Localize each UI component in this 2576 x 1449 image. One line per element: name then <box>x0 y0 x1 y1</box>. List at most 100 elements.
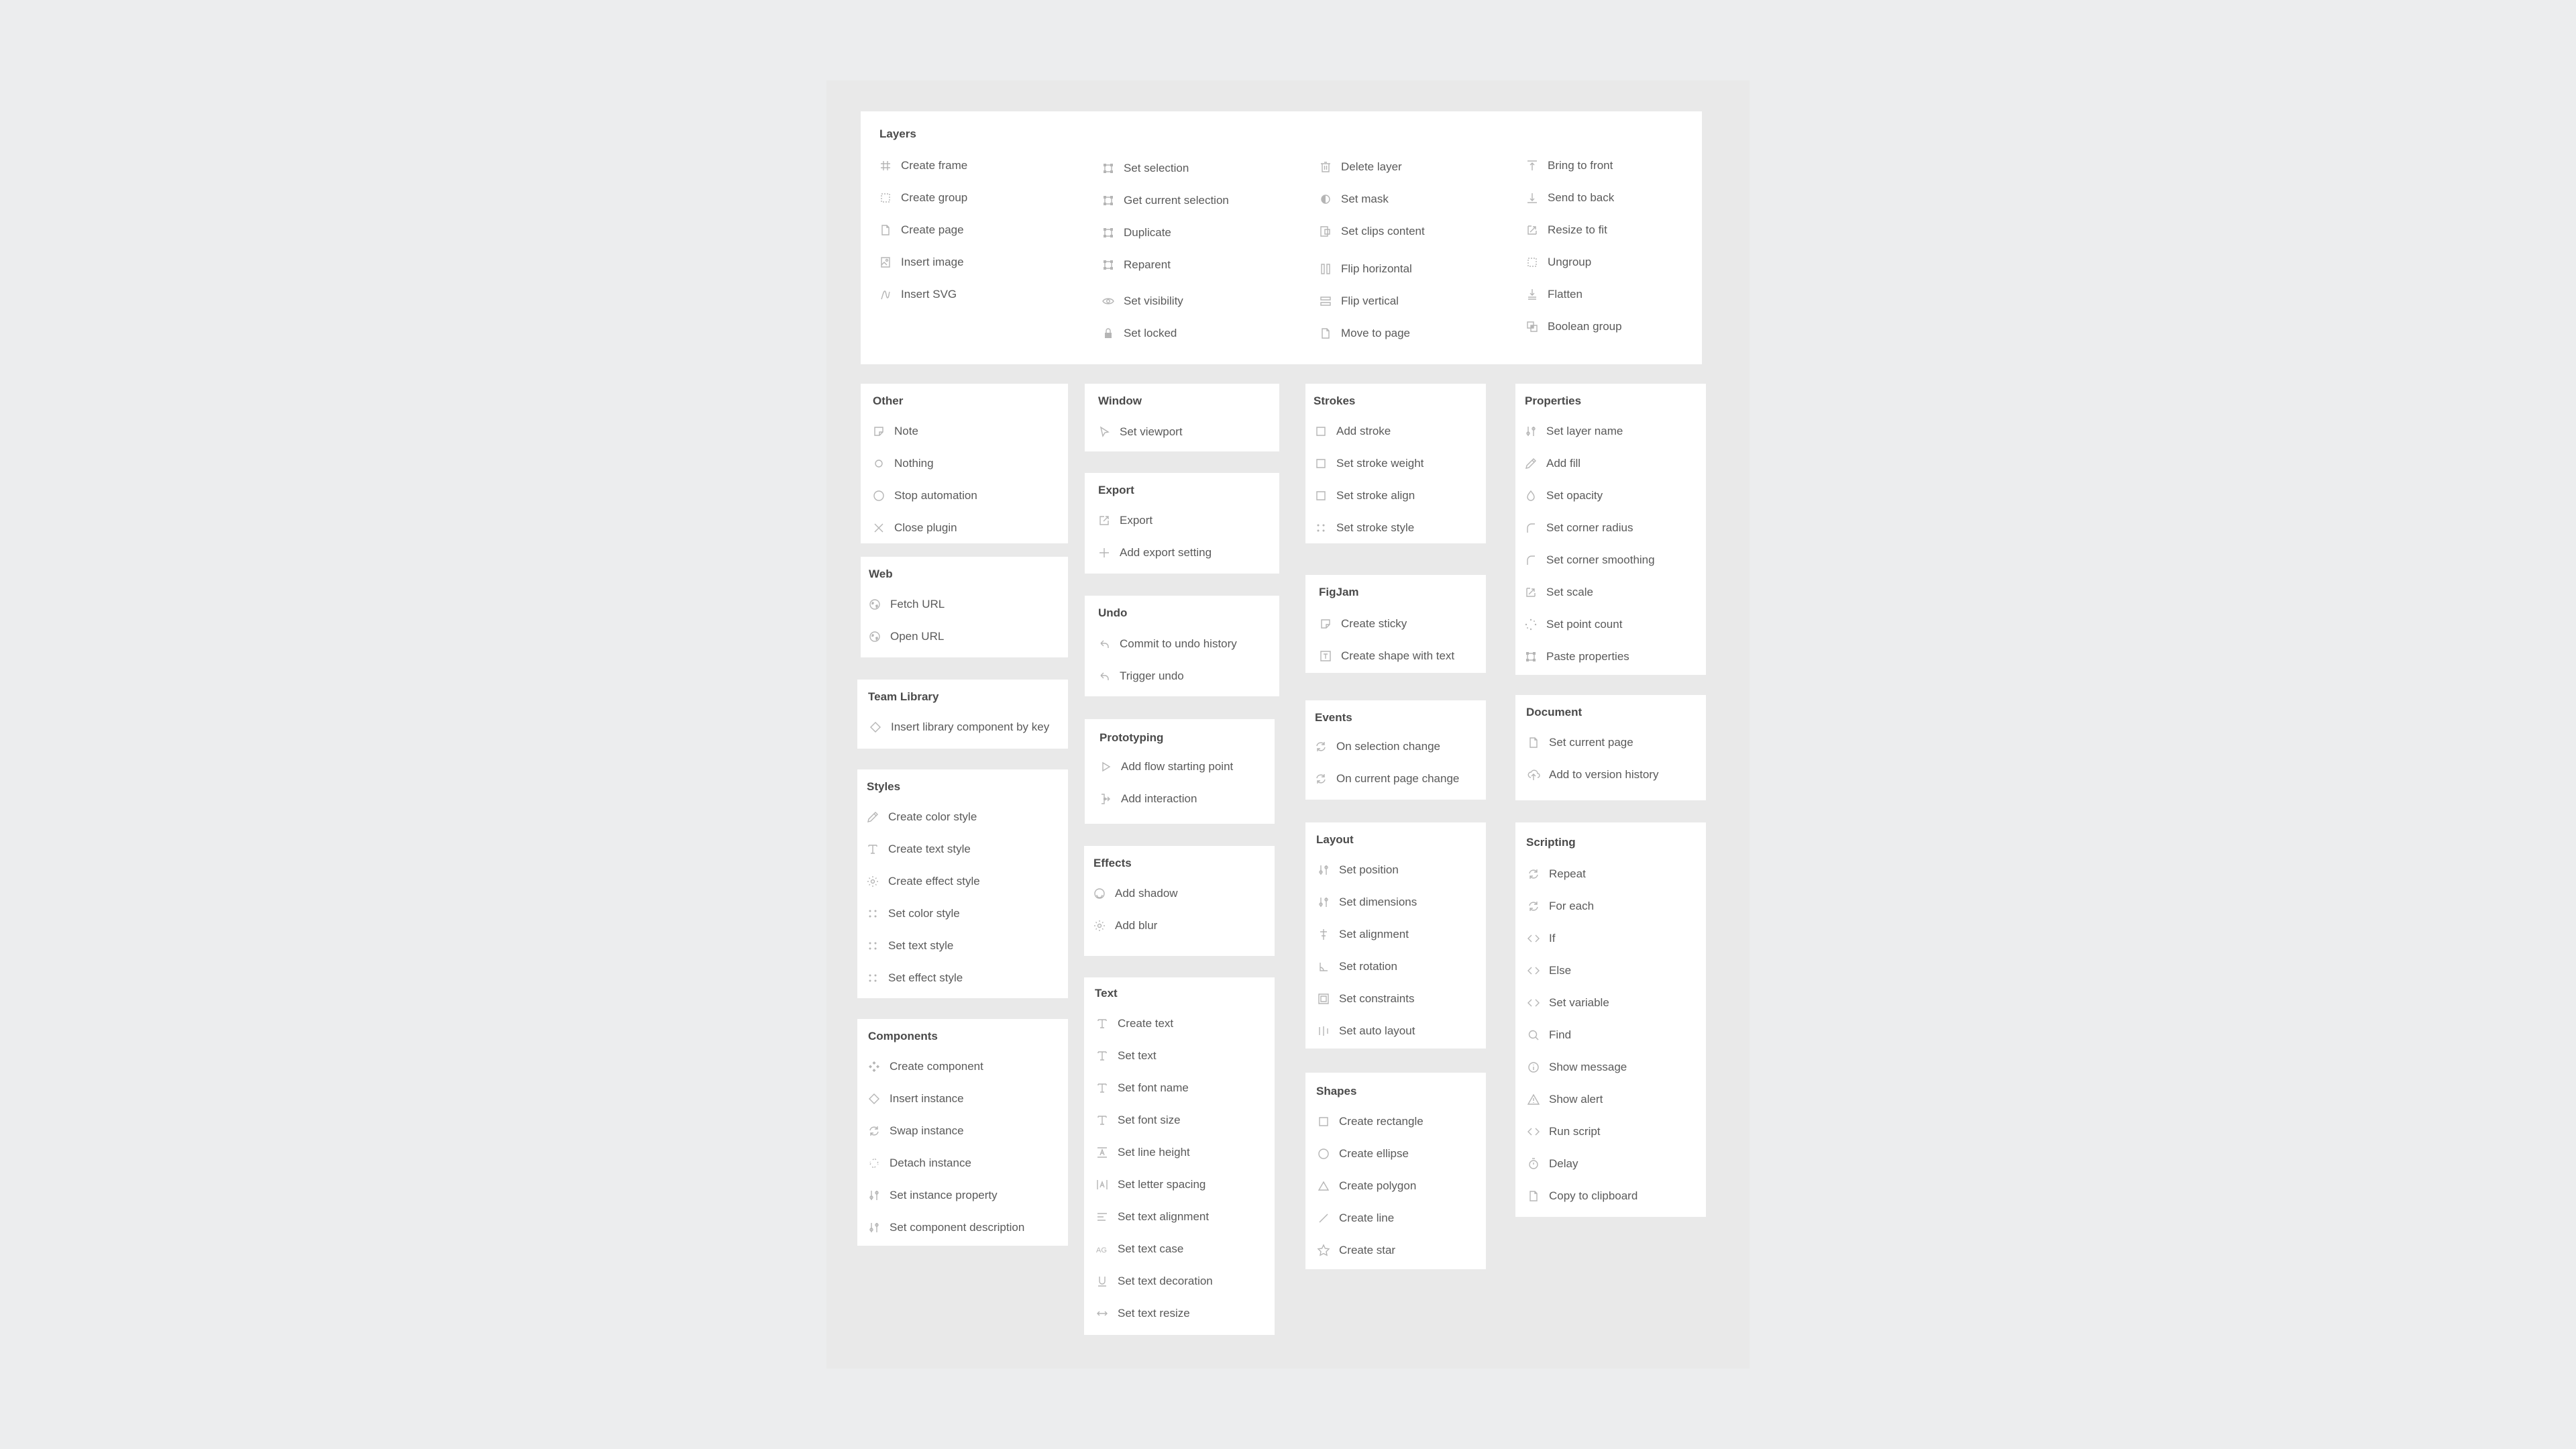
action-item-create-line[interactable]: Create line <box>1316 1208 1394 1228</box>
action-item-repeat[interactable]: Repeat <box>1526 864 1586 884</box>
action-item-set-variable[interactable]: Set variable <box>1526 993 1609 1013</box>
action-item-create-text-style[interactable]: Create text style <box>865 839 971 859</box>
action-item-create-text[interactable]: Create text <box>1095 1014 1173 1034</box>
action-item-delay[interactable]: Delay <box>1526 1154 1578 1174</box>
action-item-paste-properties[interactable]: Paste properties <box>1523 647 1629 667</box>
action-item-create-shape-with-text[interactable]: Create shape with text <box>1318 646 1454 666</box>
action-item-duplicate[interactable]: Duplicate <box>1101 223 1171 243</box>
action-item-delete-layer[interactable]: Delete layer <box>1318 157 1402 177</box>
action-item-set-current-page[interactable]: Set current page <box>1526 733 1633 753</box>
action-item-fetch-url[interactable]: Fetch URL <box>867 594 945 614</box>
action-item-else[interactable]: Else <box>1526 961 1571 981</box>
action-item-find[interactable]: Find <box>1526 1025 1571 1045</box>
action-item-stop-automation[interactable]: Stop automation <box>871 486 977 506</box>
action-item-set-font-size[interactable]: Set font size <box>1095 1110 1181 1130</box>
action-item-trigger-undo[interactable]: Trigger undo <box>1097 666 1184 686</box>
action-item-run-script[interactable]: Run script <box>1526 1122 1601 1142</box>
action-item-set-instance-property[interactable]: Set instance property <box>867 1185 998 1205</box>
action-item-ungroup[interactable]: Ungroup <box>1525 252 1591 272</box>
action-item-set-stroke-style[interactable]: Set stroke style <box>1313 518 1414 538</box>
action-item-set-alignment[interactable]: Set alignment <box>1316 924 1409 945</box>
action-item-create-sticky[interactable]: Create sticky <box>1318 614 1407 634</box>
action-item-set-auto-layout[interactable]: Set auto layout <box>1316 1021 1415 1041</box>
action-item-set-text[interactable]: Set text <box>1095 1046 1157 1066</box>
action-item-get-current-selection[interactable]: Get current selection <box>1101 191 1229 211</box>
action-item-set-locked[interactable]: Set locked <box>1101 323 1177 343</box>
action-item-add-fill[interactable]: Add fill <box>1523 453 1580 474</box>
action-item-insert-image[interactable]: Insert image <box>878 252 964 272</box>
action-item-detach-instance[interactable]: Detach instance <box>867 1153 971 1173</box>
action-item-if[interactable]: If <box>1526 928 1555 949</box>
action-item-note[interactable]: Note <box>871 421 918 441</box>
action-item-set-layer-name[interactable]: Set layer name <box>1523 421 1623 441</box>
action-item-create-effect-style[interactable]: Create effect style <box>865 871 980 892</box>
action-item-set-corner-smoothing[interactable]: Set corner smoothing <box>1523 550 1655 570</box>
action-item-add-export-setting[interactable]: Add export setting <box>1097 543 1212 563</box>
action-item-swap-instance[interactable]: Swap instance <box>867 1121 964 1141</box>
action-item-create-polygon[interactable]: Create polygon <box>1316 1176 1416 1196</box>
action-item-set-clips-content[interactable]: Set clips content <box>1318 221 1425 241</box>
action-item-export[interactable]: Export <box>1097 511 1152 531</box>
action-item-set-text-resize[interactable]: Set text resize <box>1095 1303 1190 1324</box>
action-item-flip-horizontal[interactable]: Flip horizontal <box>1318 259 1412 279</box>
action-item-set-selection[interactable]: Set selection <box>1101 158 1189 178</box>
action-item-resize-to-fit[interactable]: Resize to fit <box>1525 220 1607 240</box>
action-item-create-frame[interactable]: Create frame <box>878 156 967 176</box>
action-item-nothing[interactable]: Nothing <box>871 453 934 474</box>
action-item-show-message[interactable]: Show message <box>1526 1057 1627 1077</box>
action-item-set-visibility[interactable]: Set visibility <box>1101 291 1183 311</box>
action-item-flip-vertical[interactable]: Flip vertical <box>1318 291 1399 311</box>
action-item-create-rectangle[interactable]: Create rectangle <box>1316 1112 1424 1132</box>
action-item-create-component[interactable]: Create component <box>867 1057 983 1077</box>
action-item-add-to-version-history[interactable]: Add to version history <box>1526 765 1658 785</box>
action-item-copy-to-clipboard[interactable]: Copy to clipboard <box>1526 1186 1638 1206</box>
action-item-on-current-page-change[interactable]: On current page change <box>1313 769 1459 789</box>
action-item-add-stroke[interactable]: Add stroke <box>1313 421 1391 441</box>
action-item-set-effect-style[interactable]: Set effect style <box>865 968 963 988</box>
action-item-set-rotation[interactable]: Set rotation <box>1316 957 1397 977</box>
action-item-insert-library-component-by-key[interactable]: Insert library component by key <box>868 717 1049 737</box>
action-item-set-constraints[interactable]: Set constraints <box>1316 989 1414 1009</box>
action-item-on-selection-change[interactable]: On selection change <box>1313 737 1440 757</box>
action-item-create-ellipse[interactable]: Create ellipse <box>1316 1144 1409 1164</box>
action-item-insert-instance[interactable]: Insert instance <box>867 1089 964 1109</box>
action-item-set-stroke-align[interactable]: Set stroke align <box>1313 486 1415 506</box>
action-item-insert-svg[interactable]: Insert SVG <box>878 284 957 305</box>
action-item-set-text-decoration[interactable]: Set text decoration <box>1095 1271 1213 1291</box>
action-item-create-star[interactable]: Create star <box>1316 1240 1395 1260</box>
action-item-set-font-name[interactable]: Set font name <box>1095 1078 1189 1098</box>
action-item-flatten[interactable]: Flatten <box>1525 284 1582 305</box>
action-item-move-to-page[interactable]: Move to page <box>1318 323 1410 343</box>
action-item-send-to-back[interactable]: Send to back <box>1525 188 1614 208</box>
action-item-set-point-count[interactable]: Set point count <box>1523 614 1622 635</box>
action-item-add-blur[interactable]: Add blur <box>1092 916 1157 936</box>
action-item-set-stroke-weight[interactable]: Set stroke weight <box>1313 453 1424 474</box>
action-item-create-page[interactable]: Create page <box>878 220 964 240</box>
action-item-set-letter-spacing[interactable]: Set letter spacing <box>1095 1175 1205 1195</box>
action-item-set-text-style[interactable]: Set text style <box>865 936 953 956</box>
action-item-open-url[interactable]: Open URL <box>867 627 944 647</box>
action-item-set-component-description[interactable]: Set component description <box>867 1218 1024 1238</box>
action-item-close-plugin[interactable]: Close plugin <box>871 518 957 538</box>
action-item-create-group[interactable]: Create group <box>878 188 967 208</box>
action-item-set-color-style[interactable]: Set color style <box>865 904 960 924</box>
action-item-add-flow-starting-point[interactable]: Add flow starting point <box>1098 757 1233 777</box>
action-item-boolean-group[interactable]: Boolean group <box>1525 317 1622 337</box>
action-item-commit-to-undo-history[interactable]: Commit to undo history <box>1097 634 1237 654</box>
action-item-for-each[interactable]: For each <box>1526 896 1594 916</box>
action-item-reparent[interactable]: Reparent <box>1101 255 1171 275</box>
action-item-set-opacity[interactable]: Set opacity <box>1523 486 1603 506</box>
action-item-create-color-style[interactable]: Create color style <box>865 807 977 827</box>
action-item-set-text-alignment[interactable]: Set text alignment <box>1095 1207 1209 1227</box>
action-item-set-text-case[interactable]: AG Set text case <box>1095 1239 1183 1259</box>
action-item-bring-to-front[interactable]: Bring to front <box>1525 156 1613 176</box>
action-item-set-position[interactable]: Set position <box>1316 860 1399 880</box>
action-item-set-dimensions[interactable]: Set dimensions <box>1316 892 1417 912</box>
action-item-set-viewport[interactable]: Set viewport <box>1097 422 1183 442</box>
action-item-add-interaction[interactable]: Add interaction <box>1098 789 1197 809</box>
action-item-set-mask[interactable]: Set mask <box>1318 189 1389 209</box>
action-item-show-alert[interactable]: Show alert <box>1526 1089 1603 1110</box>
action-item-add-shadow[interactable]: Add shadow <box>1092 883 1178 904</box>
action-item-set-corner-radius[interactable]: Set corner radius <box>1523 518 1633 538</box>
action-item-set-scale[interactable]: Set scale <box>1523 582 1593 602</box>
